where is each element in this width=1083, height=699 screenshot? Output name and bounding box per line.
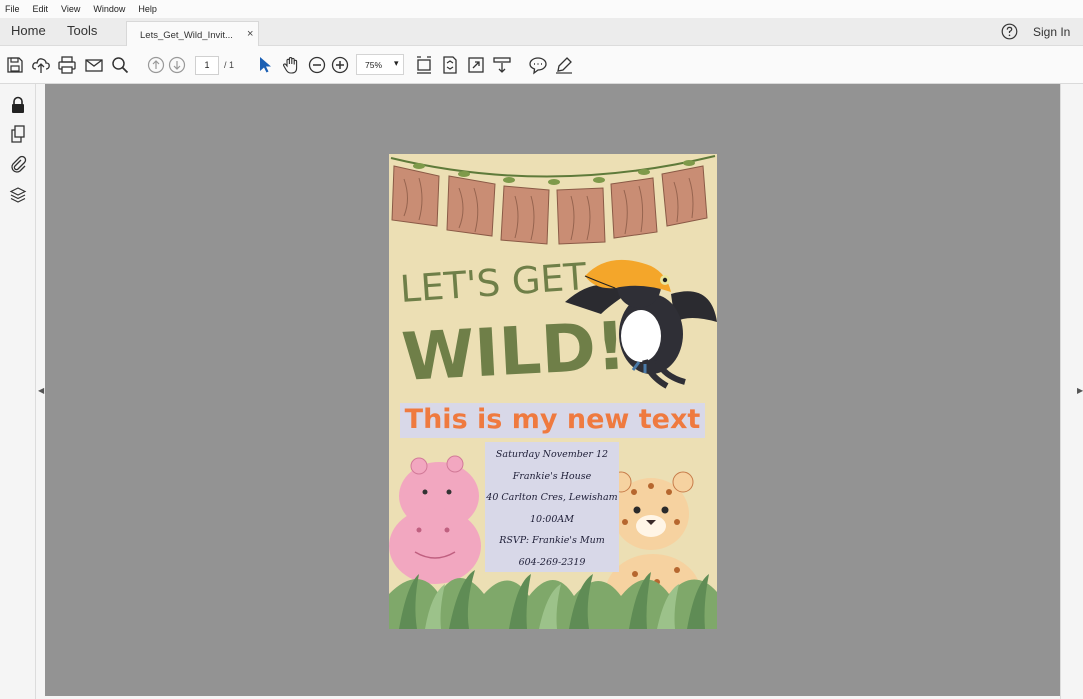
lock-icon[interactable] (8, 95, 28, 115)
menu-help[interactable]: Help (138, 4, 157, 14)
left-navigation-pane (0, 84, 36, 699)
fit-page-icon[interactable] (440, 55, 460, 75)
layers-icon[interactable] (8, 185, 28, 205)
close-icon[interactable]: × (247, 28, 253, 40)
document-tab[interactable]: Lets_Get_Wild_Invit... × (126, 21, 259, 46)
sign-in-link[interactable]: Sign In (1033, 25, 1070, 39)
zoom-select[interactable]: 75% ▾ (356, 54, 404, 75)
zoom-out-icon[interactable] (307, 55, 327, 75)
event-venue[interactable]: Frankie's House (485, 466, 619, 488)
sign-icon[interactable] (554, 55, 574, 75)
email-icon[interactable] (84, 55, 104, 75)
event-address[interactable]: 40 Carlton Cres, Lewisham (485, 487, 619, 509)
document-tab-title: Lets_Get_Wild_Invit... (140, 30, 233, 41)
headline-text[interactable]: This is my new text (400, 404, 705, 435)
read-mode-icon[interactable] (492, 55, 512, 75)
prev-page-icon[interactable] (146, 55, 166, 75)
menu-file[interactable]: File (5, 4, 20, 14)
tab-tools[interactable]: Tools (67, 23, 97, 38)
zoom-value: 75% (365, 60, 383, 70)
chevron-down-icon: ▾ (394, 58, 399, 68)
tab-bar: Home Tools Lets_Get_Wild_Invit... × Sign… (0, 18, 1083, 46)
select-arrow-icon[interactable] (255, 55, 275, 75)
upload-icon[interactable] (31, 55, 51, 75)
title-line-2: WILD! (400, 307, 628, 396)
help-icon[interactable] (1001, 23, 1018, 40)
tab-home[interactable]: Home (11, 23, 46, 38)
zoom-in-icon[interactable] (330, 55, 350, 75)
next-page-icon[interactable] (167, 55, 187, 75)
right-pane: ▶ (1060, 84, 1083, 699)
save-icon[interactable] (5, 55, 25, 75)
event-details: Saturday November 12 Frankie's House 40 … (485, 444, 619, 573)
comment-icon[interactable] (528, 55, 548, 75)
event-date[interactable]: Saturday November 12 (485, 444, 619, 466)
pdf-page: LET'S GET WILD! This is my new text Satu… (389, 154, 717, 629)
event-time[interactable]: 10:00AM (485, 509, 619, 531)
hippo-illustration (389, 455, 481, 584)
attachment-icon[interactable] (8, 154, 28, 174)
menu-edit[interactable]: Edit (33, 4, 49, 14)
menu-window[interactable]: Window (93, 4, 125, 14)
pages-icon[interactable] (8, 124, 28, 144)
toolbar (0, 46, 1083, 84)
print-icon[interactable] (57, 55, 77, 75)
collapse-left-pane-icon[interactable]: ◀ (38, 386, 44, 395)
title-line-1: LET'S GET (399, 255, 589, 311)
search-icon[interactable] (110, 55, 130, 75)
pdf-viewer-window: File Edit View Window Help Home Tools Le… (0, 0, 1083, 699)
menu-view[interactable]: View (61, 4, 80, 14)
event-rsvp[interactable]: RSVP: Frankie's Mum (485, 530, 619, 552)
scroll-mode-icon[interactable] (414, 55, 434, 75)
event-phone[interactable]: 604-269-2319 (485, 552, 619, 574)
expand-right-pane-icon[interactable]: ▶ (1077, 386, 1083, 395)
menu-bar: File Edit View Window Help (0, 0, 1083, 18)
page-total: / 1 (224, 60, 235, 70)
hand-icon[interactable] (281, 55, 301, 75)
page-number-input[interactable]: 1 (195, 56, 219, 75)
full-screen-icon[interactable] (466, 55, 486, 75)
